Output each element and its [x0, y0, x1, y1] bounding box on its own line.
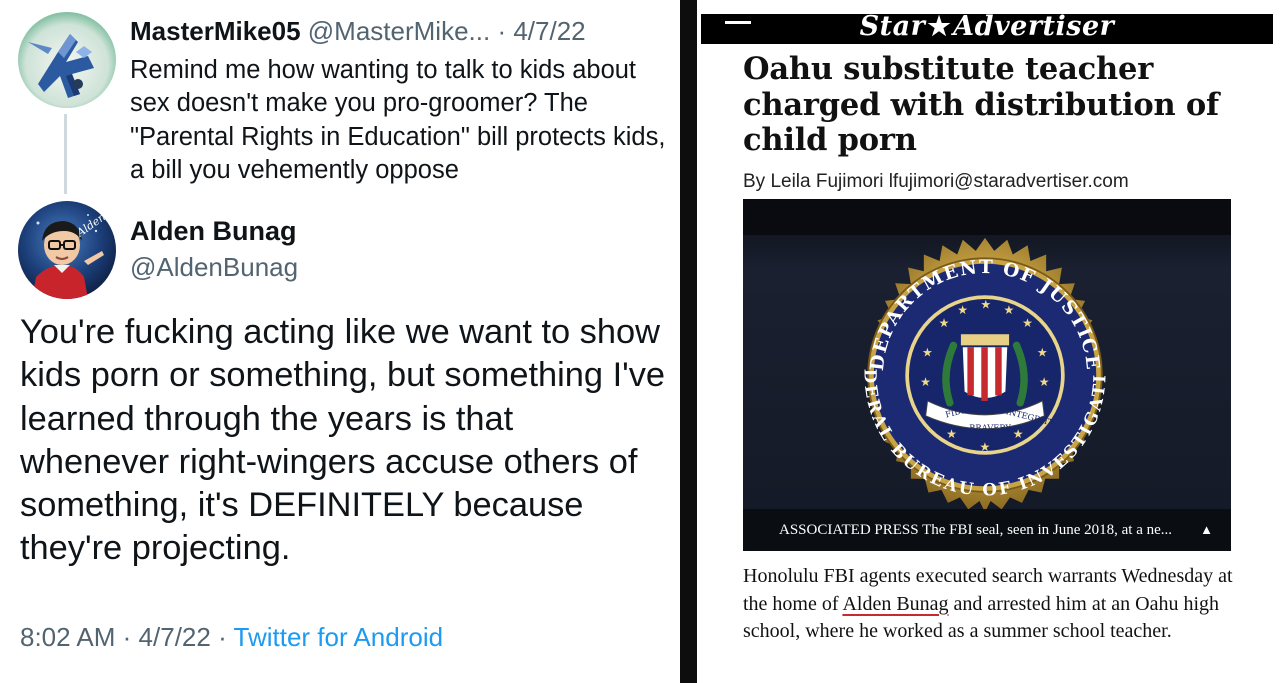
reply-display-name[interactable]: MasterMike05	[130, 16, 301, 46]
tweet-metadata: 8:02 AM · 4/7/22 · Twitter for Android	[20, 619, 443, 655]
article-body-paragraph: Honolulu FBI agents executed search warr…	[743, 563, 1253, 646]
logo-star-icon: ★	[927, 12, 952, 42]
main-tweet-text: You're fucking acting like we want to sh…	[20, 313, 666, 568]
caption-expand-icon[interactable]: ▲	[1200, 520, 1213, 540]
reply-date[interactable]: 4/7/22	[513, 16, 585, 46]
tweet-time[interactable]: 8:02 AM	[20, 622, 115, 652]
svg-text:★: ★	[1013, 427, 1024, 441]
svg-text:★: ★	[939, 316, 950, 330]
ribbon-middle-text: BRAVERY	[969, 423, 1011, 433]
svg-text:★: ★	[920, 375, 931, 389]
article-byline[interactable]: By Leila Fujimori lfujimori@staradvertis…	[743, 170, 1129, 194]
article-headline: Oahu substitute teacher charged with dis…	[743, 51, 1219, 158]
logo-word-star: Star	[859, 11, 926, 42]
photo-caption-bar: ASSOCIATED PRESS The FBI seal, seen in J…	[743, 509, 1231, 551]
star-advertiser-logo[interactable]: Star★Advertiser	[701, 11, 1273, 43]
meta-separator: ·	[122, 622, 132, 652]
tweet-source-link[interactable]: Twitter for Android	[234, 622, 444, 652]
reply-separator: ·	[497, 16, 507, 46]
robot-figure-icon	[18, 12, 116, 108]
svg-text:★: ★	[1022, 316, 1033, 330]
reply-tweet-text: Remind me how wanting to talk to kids ab…	[130, 56, 666, 185]
highlighted-name: Alden Bunag	[842, 592, 949, 615]
article-panel: Star★Advertiser Oahu substitute teacher …	[697, 0, 1280, 683]
reply-tweet-header: MasterMike05 @MasterMike... · 4/7/22	[130, 14, 586, 48]
logo-word-advertiser: Advertiser	[953, 11, 1115, 42]
cartoon-portrait-icon: Alden	[18, 201, 116, 299]
svg-text:★: ★	[1039, 375, 1050, 389]
main-display-name[interactable]: Alden Bunag	[130, 213, 297, 249]
article-photo[interactable]: DEPARTMENT OF JUSTICE FEDERAL BUREAU OF …	[743, 199, 1231, 551]
tweet-date[interactable]: 4/7/22	[139, 622, 211, 652]
svg-text:★: ★	[1004, 303, 1015, 317]
svg-text:★: ★	[922, 345, 933, 359]
alden-bunag-avatar[interactable]: Alden	[18, 201, 116, 299]
photo-caption: ASSOCIATED PRESS The FBI seal, seen in J…	[779, 522, 1173, 538]
svg-text:★: ★	[946, 427, 957, 441]
mastermike-avatar[interactable]	[18, 12, 116, 108]
svg-text:★: ★	[1037, 345, 1048, 359]
tweet-thread-panel: MasterMike05 @MasterMike... · 4/7/22 Rem…	[0, 0, 680, 683]
masthead: Star★Advertiser	[701, 11, 1273, 44]
svg-text:★: ★	[980, 297, 991, 311]
panel-divider	[680, 0, 697, 683]
svg-text:★: ★	[957, 303, 968, 317]
meta-separator: ·	[218, 622, 227, 652]
thread-connector-line	[64, 114, 67, 194]
svg-text:★: ★	[979, 440, 990, 454]
reply-handle[interactable]: @MasterMike...	[308, 16, 490, 46]
main-handle[interactable]: @AldenBunag	[130, 250, 298, 284]
fbi-seal-icon: DEPARTMENT OF JUSTICE FEDERAL BUREAU OF …	[846, 236, 1109, 513]
